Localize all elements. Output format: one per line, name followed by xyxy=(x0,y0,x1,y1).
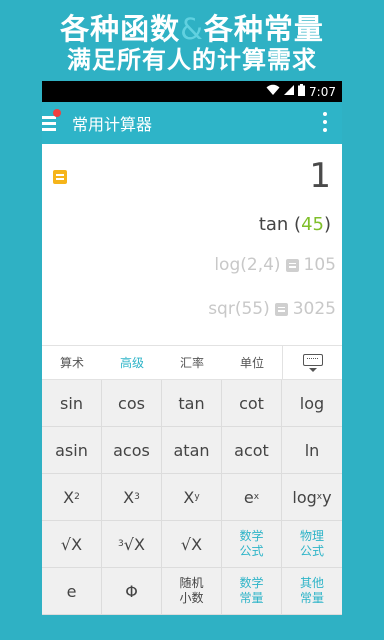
menu-button[interactable] xyxy=(42,102,70,144)
key-y-root[interactable]: √X xyxy=(162,521,222,568)
tab-arithmetic[interactable]: 算术 xyxy=(42,346,102,379)
battery-icon xyxy=(298,84,306,99)
key-log[interactable]: log xyxy=(282,380,342,427)
chevron-down-icon xyxy=(308,367,317,372)
key-physics-formulas[interactable]: 物理 公式 xyxy=(282,521,342,568)
key-phi[interactable]: Φ xyxy=(102,568,162,615)
key-e[interactable]: e xyxy=(42,568,102,615)
result-value: 1 xyxy=(309,156,331,196)
key-e-power-x[interactable]: ex xyxy=(222,474,282,521)
app-title: 常用计算器 xyxy=(72,115,153,134)
key-sin[interactable]: sin xyxy=(42,380,102,427)
keyboard-toggle-button[interactable] xyxy=(282,346,342,379)
equals-icon xyxy=(274,302,288,316)
memo-icon[interactable] xyxy=(53,170,67,184)
tab-advanced[interactable]: 高级 xyxy=(102,346,162,379)
wifi-icon xyxy=(266,84,280,99)
key-math-formulas[interactable]: 数学 公式 xyxy=(222,521,282,568)
key-square-root[interactable]: √X xyxy=(42,521,102,568)
phone-screen: 7:07 常用计算器 1 tan (45) log(2,4) 105 sqr(5… xyxy=(42,81,342,615)
key-log-x-y[interactable]: log x y xyxy=(282,474,342,521)
key-random-decimal[interactable]: 随机 小数 xyxy=(162,568,222,615)
key-x-cubed[interactable]: X3 xyxy=(102,474,162,521)
key-cos[interactable]: cos xyxy=(102,380,162,427)
key-atan[interactable]: atan xyxy=(162,427,222,474)
signal-icon xyxy=(284,84,295,99)
menu-icon xyxy=(42,116,56,119)
keyboard-icon xyxy=(302,353,323,366)
key-x-squared[interactable]: X2 xyxy=(42,474,102,521)
equals-icon xyxy=(285,258,299,272)
promo-line-2: 满足所有人的计算需求 xyxy=(67,46,317,74)
key-cube-root[interactable]: 3 √X xyxy=(102,521,162,568)
current-expression[interactable]: tan (45) xyxy=(259,214,331,235)
overflow-menu-button[interactable] xyxy=(322,112,328,134)
key-acot[interactable]: acot xyxy=(222,427,282,474)
history-item[interactable]: sqr(55) 3025 xyxy=(208,299,336,319)
more-vert-icon xyxy=(323,112,327,116)
notification-dot xyxy=(53,109,61,117)
key-x-power-y[interactable]: Xy xyxy=(162,474,222,521)
app-bar: 常用计算器 xyxy=(42,102,342,144)
key-other-constants[interactable]: 其他 常量 xyxy=(282,568,342,615)
tab-unit[interactable]: 单位 xyxy=(222,346,282,379)
tab-exchange-rate[interactable]: 汇率 xyxy=(162,346,222,379)
key-cot[interactable]: cot xyxy=(222,380,282,427)
mode-tabs: 算术 高级 汇率 单位 xyxy=(42,345,342,380)
function-keypad: sin cos tan cot log asin acos atan acot … xyxy=(42,380,342,615)
status-time: 7:07 xyxy=(309,84,336,99)
status-bar: 7:07 xyxy=(42,81,342,102)
key-ln[interactable]: ln xyxy=(282,427,342,474)
key-tan[interactable]: tan xyxy=(162,380,222,427)
key-asin[interactable]: asin xyxy=(42,427,102,474)
key-math-constants[interactable]: 数学 常量 xyxy=(222,568,282,615)
key-acos[interactable]: acos xyxy=(102,427,162,474)
history-item[interactable]: log(2,4) 105 xyxy=(214,255,336,275)
calculator-display: 1 tan (45) log(2,4) 105 sqr(55) 3025 xyxy=(42,144,342,345)
